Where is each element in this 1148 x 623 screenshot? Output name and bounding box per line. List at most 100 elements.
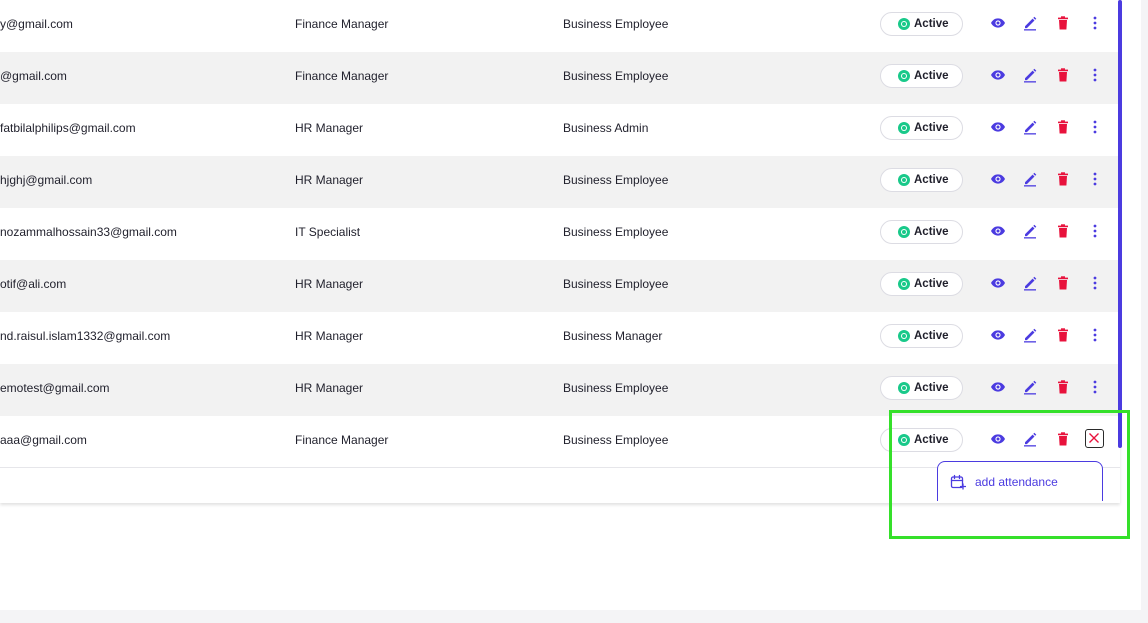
delete-icon-button[interactable]	[1055, 223, 1071, 239]
edit-icon-button[interactable]	[1022, 275, 1038, 291]
status-dot-icon	[898, 18, 910, 30]
email-cell: fatbilalphilips@gmail.com	[0, 121, 136, 135]
status-label: Active	[914, 330, 949, 342]
more-options-button[interactable]	[1087, 327, 1103, 343]
user-type-cell: Business Employee	[563, 69, 669, 83]
status-badge: Active	[880, 324, 963, 348]
calendar-plus-icon	[950, 474, 967, 490]
email-cell: nozammalhossain33@gmail.com	[0, 225, 177, 239]
table-row: nozammalhossain33@gmail.com IT Specialist…	[0, 208, 1120, 260]
designation-cell: Finance Manager	[295, 69, 389, 83]
email-cell: nd.raisul.islam1332@gmail.com	[0, 329, 171, 343]
status-label: Active	[914, 174, 949, 186]
table-row: hjghj@gmail.com HR Manager Business Employ…	[0, 156, 1120, 208]
table-row: y@gmail.com Finance Manager Business Emplo…	[0, 0, 1120, 52]
view-icon-button[interactable]	[990, 275, 1006, 291]
user-type-cell: Business Employee	[563, 17, 669, 31]
status-badge: Active	[880, 116, 963, 140]
view-icon-button[interactable]	[990, 379, 1006, 395]
status-badge: Active	[880, 220, 963, 244]
edit-icon-button[interactable]	[1022, 379, 1038, 395]
user-type-cell: Business Employee	[563, 381, 669, 395]
email-cell: aaa@gmail.com	[0, 433, 87, 447]
status-badge: Active	[880, 168, 963, 192]
status-dot-icon	[898, 226, 910, 238]
user-type-cell: Business Employee	[563, 225, 669, 239]
status-dot-icon	[898, 382, 910, 394]
view-icon-button[interactable]	[990, 67, 1006, 83]
more-options-button[interactable]	[1087, 67, 1103, 83]
more-options-button[interactable]	[1087, 379, 1103, 395]
designation-cell: HR Manager	[295, 329, 364, 343]
status-label: Active	[914, 226, 949, 238]
status-dot-icon	[898, 174, 910, 186]
edit-icon-button[interactable]	[1022, 431, 1038, 447]
edit-icon-button[interactable]	[1022, 67, 1038, 83]
row-actions-menu[interactable]: add attendance	[937, 461, 1103, 501]
status-label: Active	[914, 278, 949, 290]
view-icon-button[interactable]	[990, 431, 1006, 447]
add-attendance-menu-item[interactable]: add attendance	[975, 462, 1058, 502]
status-badge: Active	[880, 376, 963, 400]
status-label: Active	[914, 382, 949, 394]
email-cell: y@gmail.com	[0, 17, 73, 31]
edit-icon-button[interactable]	[1022, 327, 1038, 343]
more-options-button[interactable]	[1087, 275, 1103, 291]
designation-cell: HR Manager	[295, 277, 364, 291]
table-row: @gmail.com Finance Manager Business Employ…	[0, 52, 1120, 104]
designation-cell: Finance Manager	[295, 17, 389, 31]
close-menu-button[interactable]	[1085, 429, 1104, 448]
vertical-scrollbar[interactable]	[1118, 0, 1122, 448]
delete-icon-button[interactable]	[1055, 327, 1071, 343]
status-dot-icon	[898, 330, 910, 342]
designation-cell: HR Manager	[295, 173, 364, 187]
edit-icon-button[interactable]	[1022, 223, 1038, 239]
status-dot-icon	[898, 70, 910, 82]
email-cell: @gmail.com	[0, 69, 67, 83]
status-dot-icon	[898, 434, 910, 446]
status-dot-icon	[898, 278, 910, 290]
designation-cell: HR Manager	[295, 121, 364, 135]
status-dot-icon	[898, 122, 910, 134]
delete-icon-button[interactable]	[1055, 275, 1071, 291]
email-cell: otif@ali.com	[0, 277, 67, 291]
view-icon-button[interactable]	[990, 223, 1006, 239]
user-type-cell: Business Manager	[563, 329, 663, 343]
user-type-cell: Business Admin	[563, 121, 649, 135]
user-type-cell: Business Employee	[563, 433, 669, 447]
user-type-cell: Business Employee	[563, 277, 669, 291]
delete-icon-button[interactable]	[1055, 15, 1071, 31]
email-cell: emotest@gmail.com	[0, 381, 110, 395]
edit-icon-button[interactable]	[1022, 171, 1038, 187]
view-icon-button[interactable]	[990, 15, 1006, 31]
delete-icon-button[interactable]	[1055, 171, 1071, 187]
delete-icon-button[interactable]	[1055, 431, 1071, 447]
designation-cell: IT Specialist	[295, 225, 361, 239]
more-options-button[interactable]	[1087, 119, 1103, 135]
view-icon-button[interactable]	[990, 327, 1006, 343]
delete-icon-button[interactable]	[1055, 379, 1071, 395]
more-options-button[interactable]	[1087, 171, 1103, 187]
table-row: emotest@gmail.com HR Manager Business Empl…	[0, 364, 1120, 416]
view-icon-button[interactable]	[990, 119, 1006, 135]
user-type-cell: Business Employee	[563, 173, 669, 187]
edit-icon-button[interactable]	[1022, 15, 1038, 31]
designation-cell: Finance Manager	[295, 433, 389, 447]
status-badge: Active	[880, 64, 963, 88]
more-options-button[interactable]	[1087, 223, 1103, 239]
status-label: Active	[914, 70, 949, 82]
status-badge: Active	[880, 428, 963, 452]
delete-icon-button[interactable]	[1055, 119, 1071, 135]
delete-icon-button[interactable]	[1055, 67, 1071, 83]
table-row: otif@ali.com HR Manager Business Employee A…	[0, 260, 1120, 312]
table-row: nd.raisul.islam1332@gmail.com HR Manager B…	[0, 312, 1120, 364]
view-icon-button[interactable]	[990, 171, 1006, 187]
status-label: Active	[914, 434, 949, 446]
more-options-button[interactable]	[1087, 15, 1103, 31]
status-label: Active	[914, 122, 949, 134]
edit-icon-button[interactable]	[1022, 119, 1038, 135]
table-row: fatbilalphilips@gmail.com HR Manager Busin…	[0, 104, 1120, 156]
status-badge: Active	[880, 12, 963, 36]
status-label: Active	[914, 18, 949, 30]
employees-table: y@gmail.com Finance Manager Business Emplo…	[0, 0, 1120, 503]
